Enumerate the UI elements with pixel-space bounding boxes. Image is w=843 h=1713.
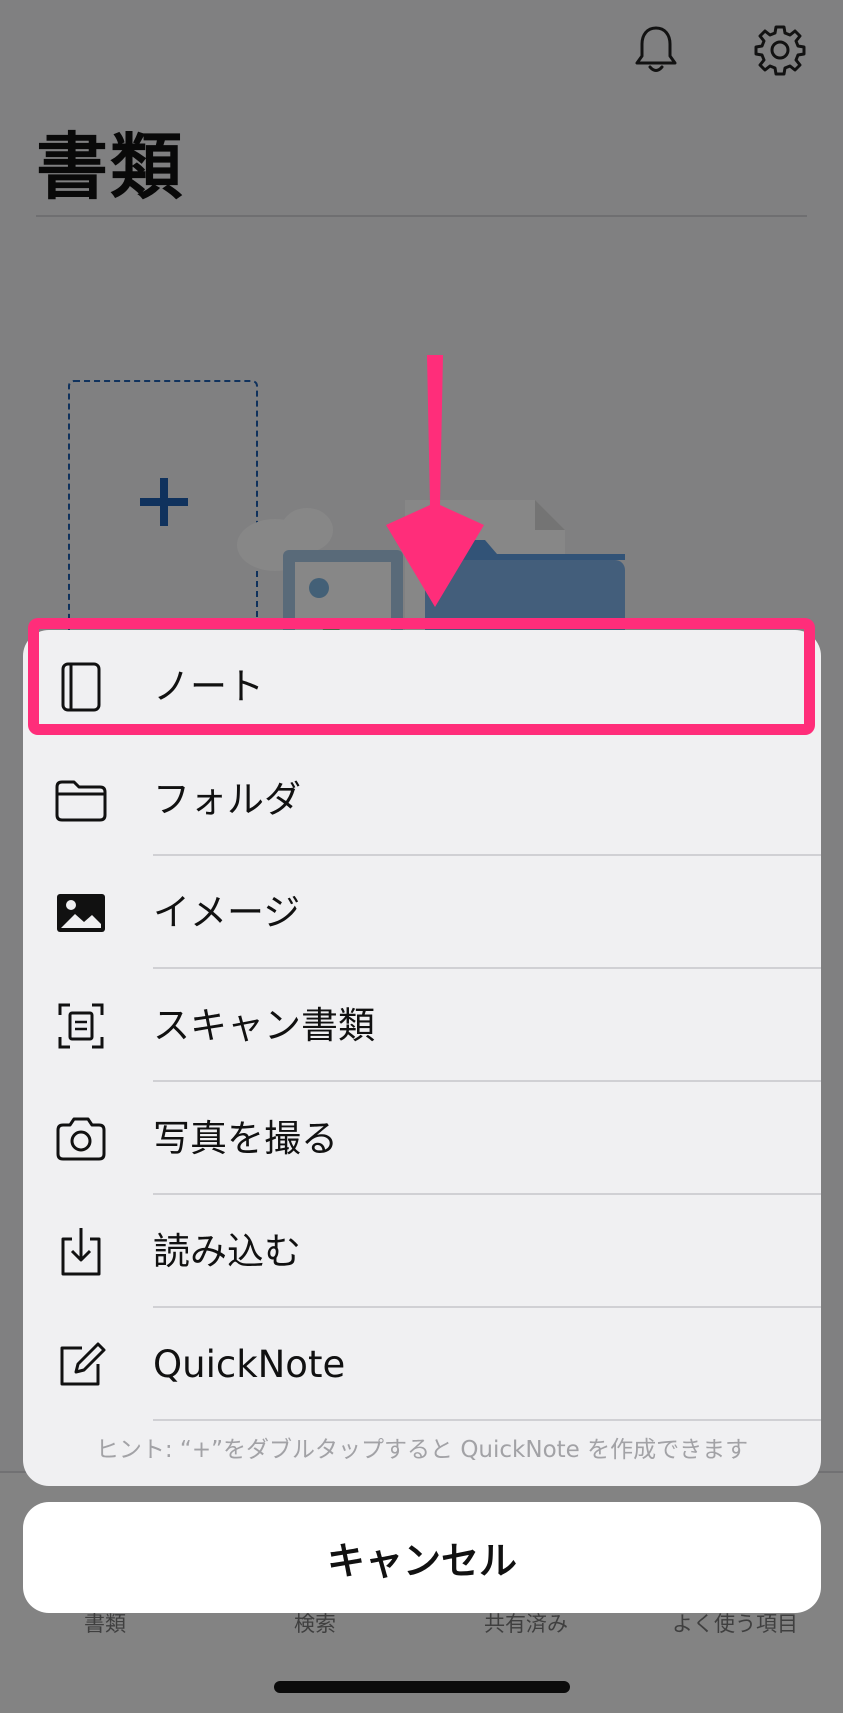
annotation-highlight-box: [28, 618, 815, 735]
new-item-action-sheet: ノート フォルダ イメージ スキャン書類 写真を撮る 読み込む QuickNot…: [23, 630, 821, 1486]
menu-item-image[interactable]: イメージ: [23, 856, 821, 969]
image-icon: [57, 894, 105, 932]
menu-item-take-photo[interactable]: 写真を撮る: [23, 1082, 821, 1195]
menu-item-label: イメージ: [153, 891, 301, 934]
import-icon: [61, 1228, 101, 1276]
home-indicator: [274, 1681, 570, 1693]
camera-icon: [56, 1117, 106, 1161]
divider: [153, 1419, 821, 1421]
menu-item-quicknote[interactable]: QuickNote: [23, 1308, 821, 1421]
menu-item-label: 読み込む: [153, 1230, 301, 1273]
menu-item-scan-document[interactable]: スキャン書類: [23, 969, 821, 1082]
menu-item-label: QuickNote: [153, 1343, 346, 1386]
annotation-arrow-down-icon: [386, 355, 484, 607]
folder-icon: [55, 780, 107, 822]
menu-item-label: フォルダ: [153, 778, 301, 821]
quicknote-icon: [60, 1342, 106, 1386]
scan-icon: [58, 1003, 104, 1049]
cancel-button[interactable]: キャンセル: [23, 1502, 821, 1613]
menu-item-label: スキャン書類: [153, 1004, 375, 1047]
quicknote-hint: ヒント: “+”をダブルタップすると QuickNote を作成できます: [95, 1437, 749, 1463]
menu-item-label: 写真を撮る: [153, 1117, 338, 1160]
menu-item-import[interactable]: 読み込む: [23, 1195, 821, 1308]
menu-item-folder[interactable]: フォルダ: [23, 743, 821, 856]
